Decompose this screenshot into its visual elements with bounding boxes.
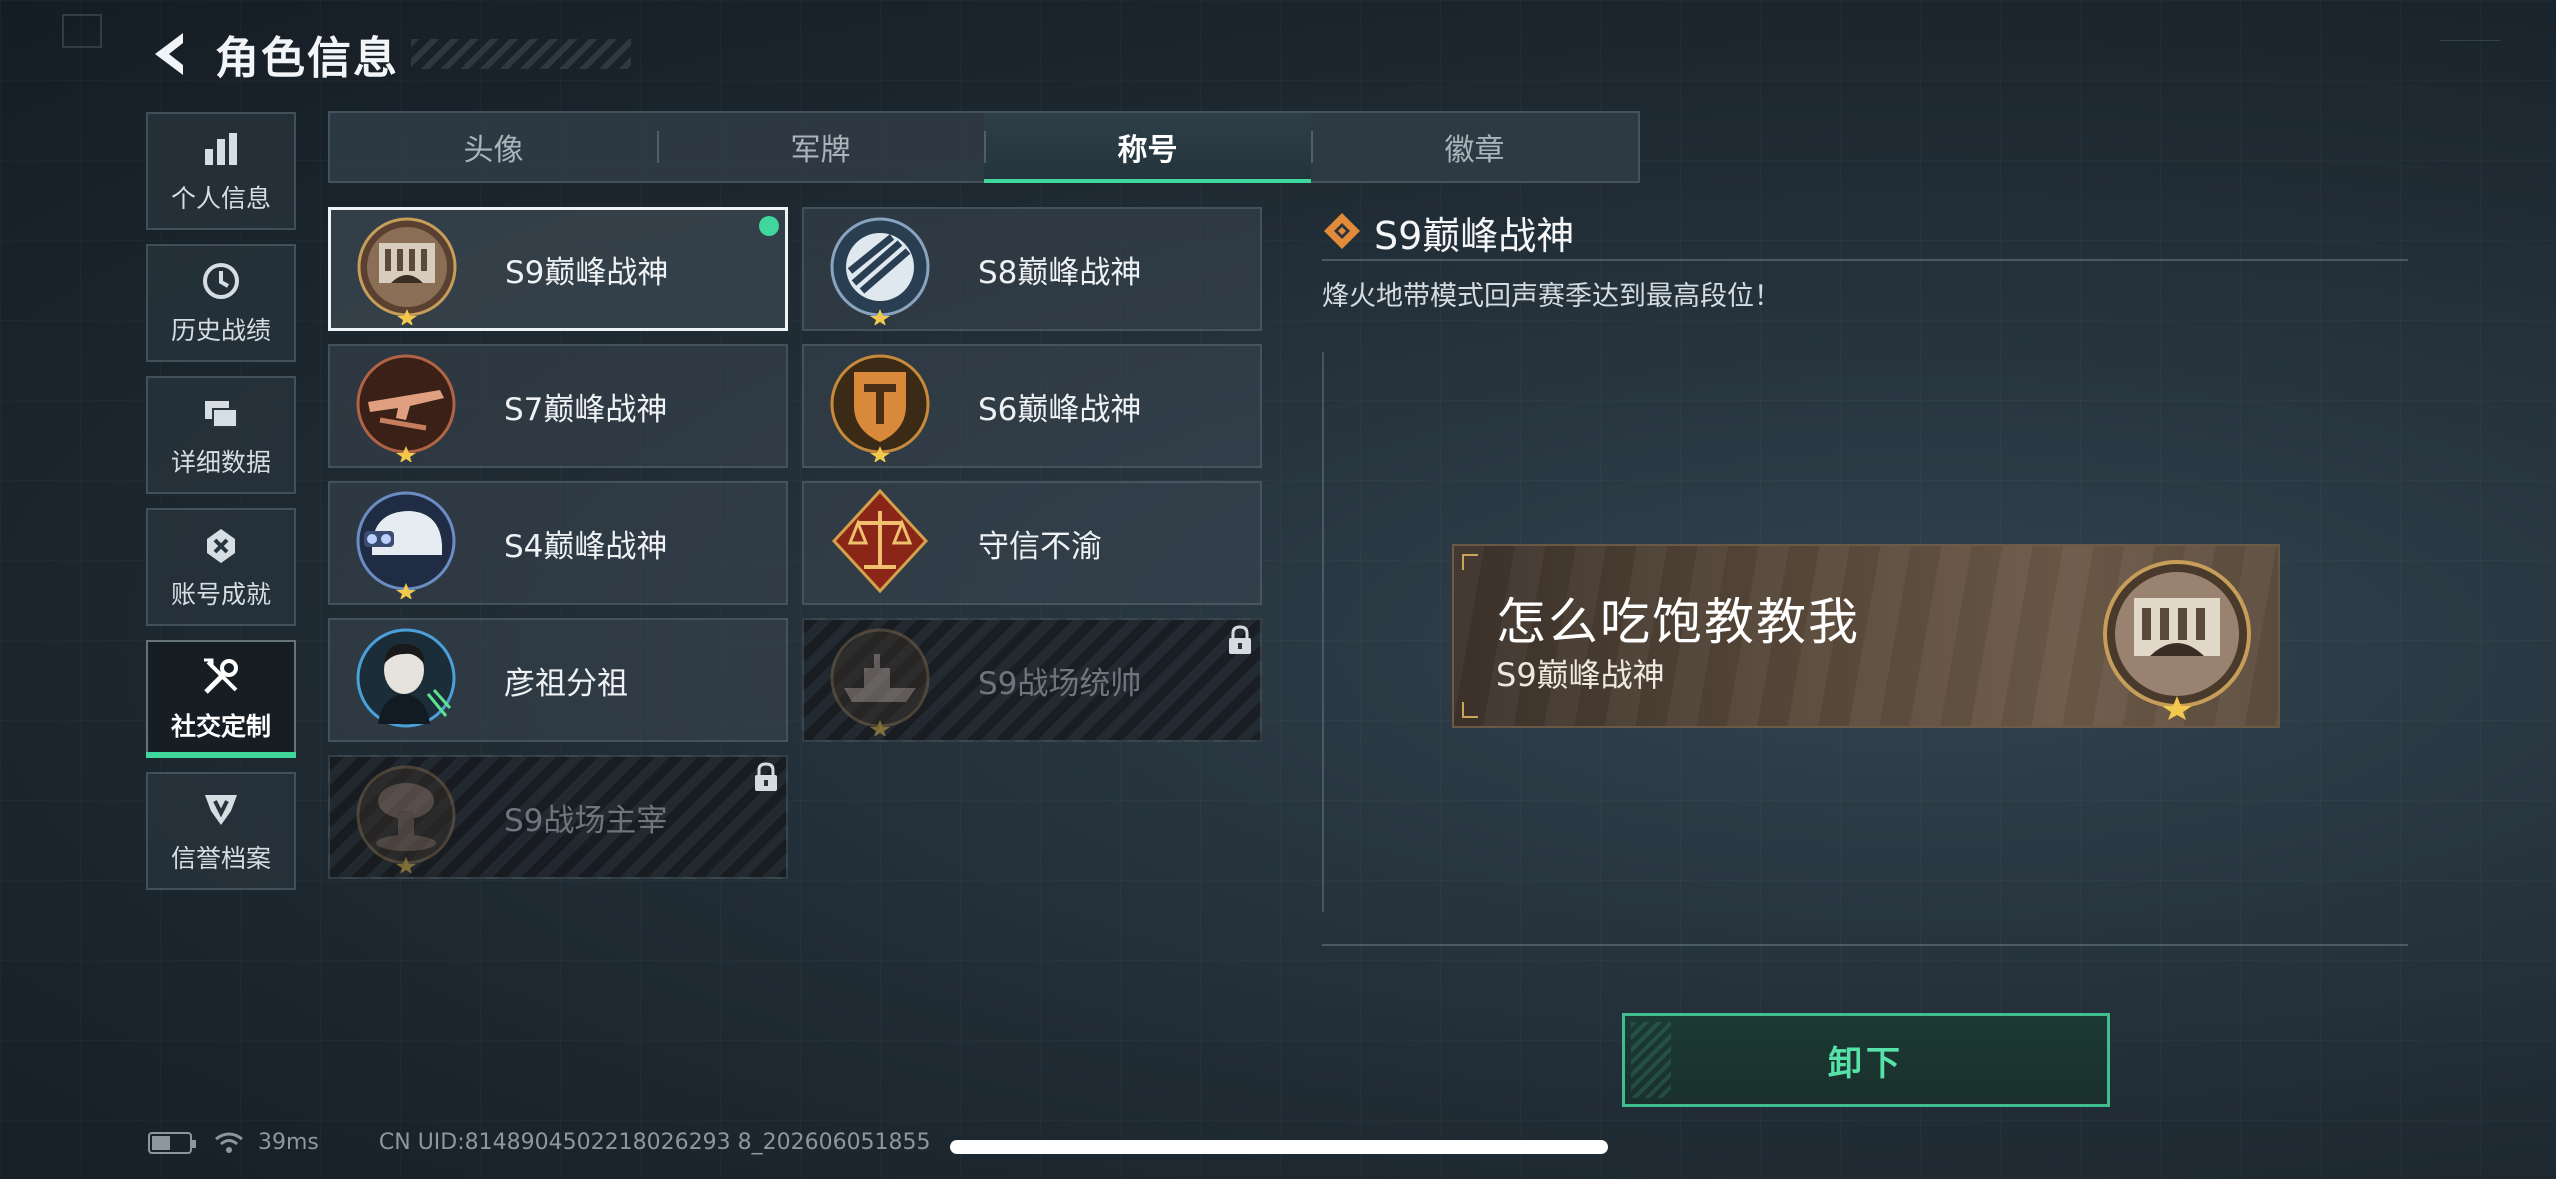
nameplate-player-name: 怎么吃饱教教我	[1496, 593, 1860, 651]
sidebar-item-history[interactable]: 历史战绩	[146, 244, 296, 362]
title-card-label: 守信不渝	[978, 528, 1102, 565]
fortress-emblem-icon	[2092, 556, 2262, 720]
title-card-label: 彦祖分祖	[504, 665, 628, 702]
title-card-yanzu[interactable]: 彦祖分祖	[328, 618, 788, 742]
title-card-label: S7巅峰战神	[504, 391, 668, 428]
sidebar-item-label: 详细数据	[170, 448, 271, 477]
lock-icon	[752, 761, 780, 793]
globe-emblem-icon	[824, 213, 936, 326]
sidebar-item-reputation[interactable]: 信誉档案	[146, 772, 296, 890]
sidebar-item-social-custom[interactable]: 社交定制	[146, 640, 296, 758]
diamond-icon	[1322, 211, 1362, 255]
page-title: 角色信息	[215, 33, 399, 84]
portrait-emblem-icon	[350, 624, 462, 736]
category-tabs: 头像 军牌 称号 徽章	[328, 111, 1640, 183]
tab-badge[interactable]: 徽章	[1311, 113, 1638, 181]
sidebar-item-achievements[interactable]: 账号成就	[146, 508, 296, 626]
title-card-s9-commander[interactable]: S9战场统帅	[802, 618, 1262, 742]
title-card-s8-peak[interactable]: S8巅峰战神	[802, 207, 1262, 331]
title-card-s6-peak[interactable]: S6巅峰战神	[802, 344, 1262, 468]
title-card-label: S9战场统帅	[978, 665, 1142, 702]
title-card-label: S8巅峰战神	[978, 254, 1142, 291]
bar-chart-icon	[199, 127, 243, 171]
shield-emblem-icon	[824, 350, 936, 463]
title-card-label: S4巅峰战神	[504, 528, 668, 565]
home-indicator[interactable]	[950, 1140, 1608, 1154]
corner-decoration	[2440, 40, 2500, 42]
fortress-emblem-icon	[351, 213, 463, 326]
detail-description: 烽火地带模式回声赛季达到最高段位！	[1322, 281, 1781, 312]
title-card-s9-peak[interactable]: S9巅峰战神	[328, 207, 788, 331]
detail-title: S9巅峰战神	[1374, 214, 1575, 258]
battery-icon	[148, 1131, 196, 1154]
unequip-button-label: 卸下	[1828, 1043, 1904, 1084]
title-card-label: S6巅峰战神	[978, 391, 1142, 428]
rifle-emblem-icon	[350, 350, 462, 463]
wifi-icon	[214, 1131, 244, 1155]
scales-emblem-icon	[824, 487, 936, 599]
warship-emblem-icon	[824, 624, 936, 737]
nameplate-title: S9巅峰战神	[1496, 656, 1665, 694]
tab-dog-tag[interactable]: 军牌	[657, 113, 984, 181]
achievement-icon	[199, 523, 243, 567]
detail-frame	[1322, 352, 1336, 912]
title-decoration	[411, 39, 631, 69]
uid-text: CN UID:8148904502218026293 8_20260605185…	[378, 1130, 931, 1155]
ping-value: 39ms	[258, 1130, 319, 1155]
clock-icon	[199, 259, 243, 303]
sidebar-item-label: 账号成就	[170, 580, 271, 609]
divider	[1322, 944, 2408, 946]
battery-level	[152, 1135, 170, 1150]
divider	[1322, 259, 2408, 261]
sidebar-item-label: 历史战绩	[170, 316, 271, 345]
corner-decoration	[1462, 702, 1478, 718]
title-card-label: S9巅峰战神	[505, 254, 669, 291]
sidebar: 个人信息 历史战绩 详细数据 账号成就 社交定制 信誉档案	[146, 112, 296, 904]
lock-icon	[1226, 624, 1254, 656]
corner-decoration	[62, 14, 102, 48]
status-bar: 39ms CN UID:8148904502218026293 8_202606…	[148, 1130, 931, 1155]
equipped-indicator	[759, 216, 779, 236]
header: 角色信息	[145, 22, 631, 86]
sidebar-item-detailed-data[interactable]: 详细数据	[146, 376, 296, 494]
title-card-s4-peak[interactable]: S4巅峰战神	[328, 481, 788, 605]
sidebar-item-label: 个人信息	[170, 184, 271, 213]
corner-decoration	[1462, 554, 1478, 570]
sidebar-item-label: 社交定制	[170, 712, 271, 741]
title-card-keep-faith[interactable]: 守信不渝	[802, 481, 1262, 605]
title-card-s9-dominator[interactable]: S9战场主宰	[328, 755, 788, 879]
title-card-label: S9战场主宰	[504, 802, 668, 839]
title-card-s7-peak[interactable]: S7巅峰战神	[328, 344, 788, 468]
sidebar-item-label: 信誉档案	[170, 844, 271, 873]
tools-icon	[199, 655, 243, 699]
detail-header: S9巅峰战神	[1322, 205, 1574, 260]
emblem-icon	[199, 787, 243, 831]
tab-title[interactable]: 称号	[984, 113, 1311, 183]
mushroom-cloud-emblem-icon	[350, 761, 462, 874]
unequip-button[interactable]: 卸下	[1622, 1013, 2110, 1107]
back-arrow-icon[interactable]	[145, 26, 193, 82]
folders-icon	[199, 391, 243, 435]
helmet-emblem-icon	[350, 487, 462, 600]
nameplate-preview: 怎么吃饱教教我 S9巅峰战神	[1452, 544, 2280, 728]
sidebar-item-personal-info[interactable]: 个人信息	[146, 112, 296, 230]
tab-avatar[interactable]: 头像	[330, 113, 657, 181]
